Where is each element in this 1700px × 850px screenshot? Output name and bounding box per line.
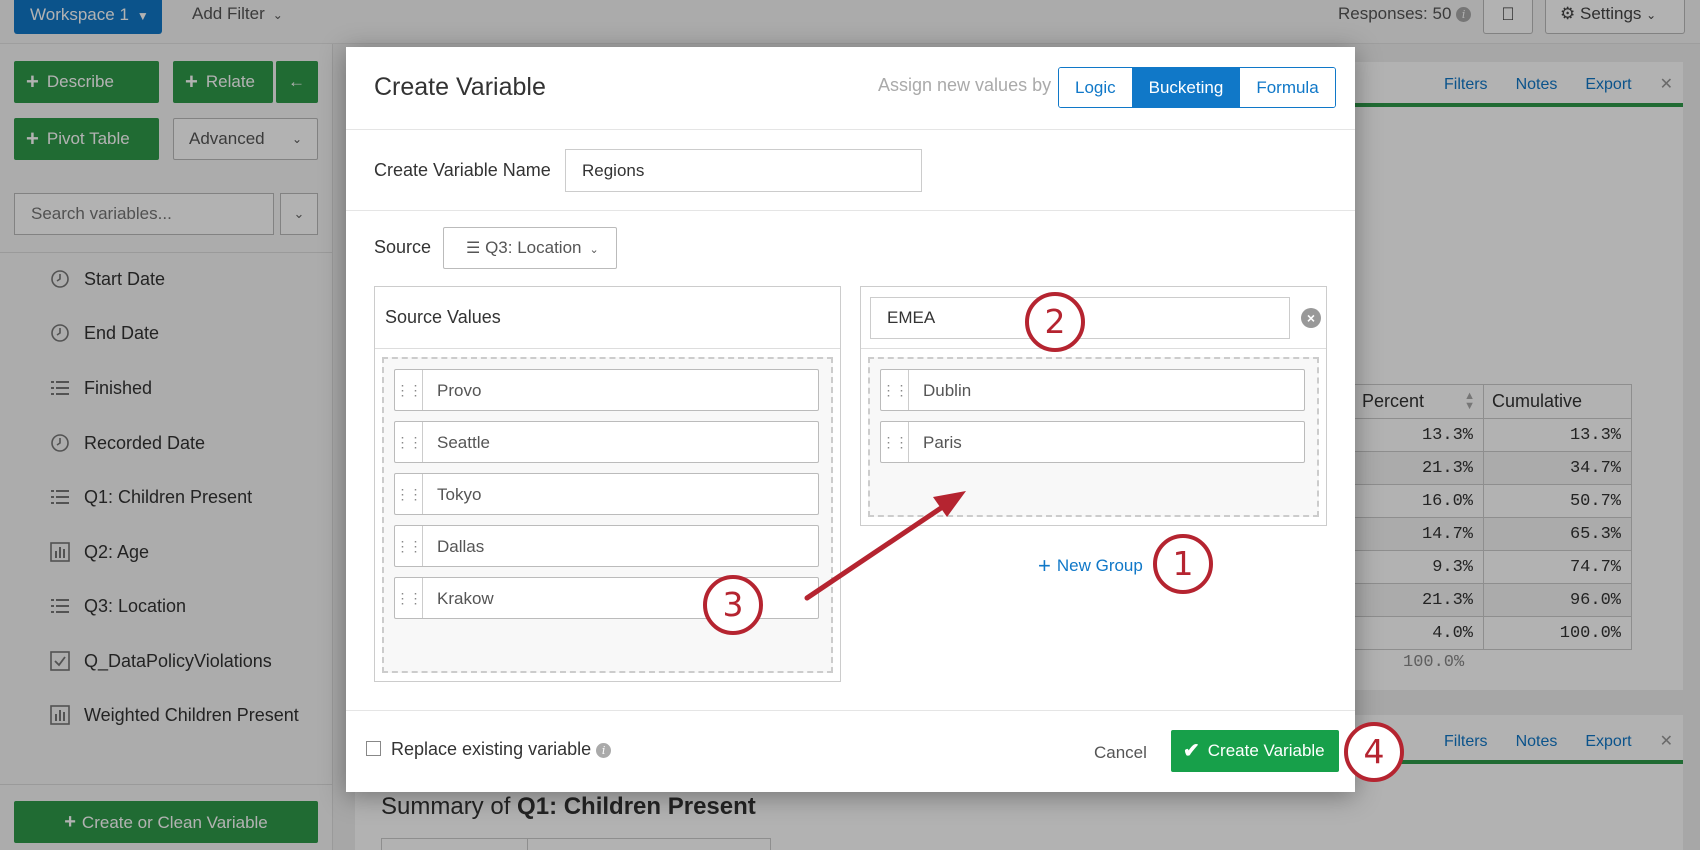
callout-marker: 1 — [1153, 534, 1213, 594]
create-variable-dialog: Create Variable Assign new values by Log… — [346, 47, 1355, 792]
mode-bucketing[interactable]: Bucketing — [1132, 68, 1241, 107]
callout-marker: 4 — [1344, 722, 1404, 782]
group-value-item[interactable]: ⋮⋮ Dublin — [880, 369, 1305, 411]
drag-handle-icon[interactable]: ⋮⋮ — [395, 526, 423, 566]
divider — [346, 710, 1355, 711]
source-value-item[interactable]: ⋮⋮ Tokyo — [394, 473, 819, 515]
mode-formula[interactable]: Formula — [1240, 68, 1335, 107]
variable-name-label: Create Variable Name — [374, 160, 551, 180]
source-value: Q3: Location — [485, 238, 582, 257]
cancel-button[interactable]: Cancel — [1094, 743, 1147, 763]
replace-existing-row[interactable]: Replace existing variable i — [366, 739, 612, 760]
assign-label: Assign new values by — [878, 75, 1052, 95]
divider — [346, 129, 1355, 130]
new-group-label: New Group — [1056, 556, 1143, 575]
source-values-panel: Source Values ⋮⋮ Provo ⋮⋮ Seattle ⋮⋮ Tokyo … — [374, 286, 841, 682]
mode-logic[interactable]: Logic — [1059, 68, 1133, 107]
callout-marker: 3 — [703, 575, 763, 635]
group-panel: × ⋮⋮Dublin ⋮⋮Paris — [860, 286, 1327, 526]
group-dropzone[interactable]: ⋮⋮ Dublin ⋮⋮ Paris — [868, 357, 1319, 517]
source-dropdown[interactable]: ☰ Q3: Location ⌄ — [443, 227, 617, 269]
drag-handle-icon[interactable]: ⋮⋮ — [395, 578, 423, 618]
checkmark-icon: ✔ — [1183, 740, 1200, 762]
source-label: Source — [374, 237, 432, 257]
source-value-item[interactable]: ⋮⋮ Dallas — [394, 525, 819, 567]
source-value-item[interactable]: ⋮⋮ Provo — [394, 369, 819, 411]
create-label: Create Variable — [1207, 741, 1325, 760]
source-values-title: Source Values — [385, 307, 501, 327]
drag-handle-icon[interactable]: ⋮⋮ — [395, 370, 423, 410]
assign-mode-toggle: Logic Bucketing Formula — [1058, 67, 1336, 108]
group-value-item[interactable]: ⋮⋮ Paris — [880, 421, 1305, 463]
new-group-button[interactable]: + New Group — [1038, 553, 1143, 579]
variable-name-input[interactable] — [565, 149, 922, 192]
list-icon: ☰ — [466, 240, 481, 257]
drag-handle-icon[interactable]: ⋮⋮ — [395, 422, 423, 462]
drag-handle-icon[interactable]: ⋮⋮ — [881, 422, 909, 462]
info-icon[interactable]: i — [596, 742, 612, 758]
replace-checkbox[interactable] — [366, 741, 381, 756]
panel-header: Source Values — [375, 287, 840, 349]
source-values-dropzone[interactable]: ⋮⋮ Provo ⋮⋮ Seattle ⋮⋮ Tokyo ⋮⋮ Dallas ⋮⋮ Kra… — [382, 357, 833, 673]
source-value-item[interactable]: ⋮⋮ Seattle — [394, 421, 819, 463]
plus-icon: + — [1038, 553, 1051, 578]
clear-icon[interactable]: × — [1301, 308, 1321, 328]
create-variable-button[interactable]: ✔ Create Variable — [1171, 730, 1339, 772]
chevron-down-icon: ⌄ — [589, 244, 599, 256]
drag-handle-icon[interactable]: ⋮⋮ — [395, 474, 423, 514]
panel-header: × — [861, 287, 1326, 349]
replace-label: Replace existing variable — [391, 739, 592, 759]
divider — [346, 210, 1355, 211]
drag-handle-icon[interactable]: ⋮⋮ — [881, 370, 909, 410]
callout-marker: 2 — [1025, 292, 1085, 352]
dialog-title: Create Variable — [374, 73, 546, 101]
